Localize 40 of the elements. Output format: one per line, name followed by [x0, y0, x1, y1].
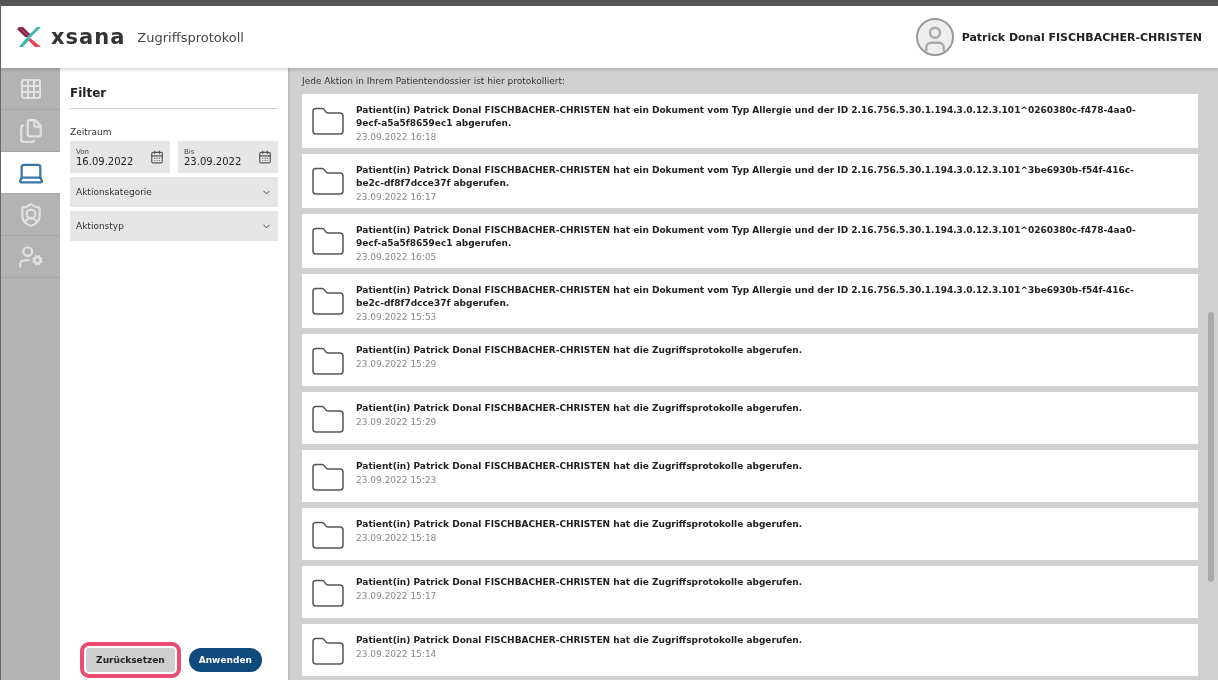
calendar-icon[interactable] [150, 150, 164, 164]
brand-name: xsana [51, 25, 126, 49]
log-time: 23.09.2022 15:17 [356, 591, 438, 601]
grid-icon [18, 76, 43, 101]
logo-icon [17, 25, 43, 49]
log-time: 23.09.2022 16:17 [356, 192, 438, 202]
log-message: Patient(in) Patrick Donal FISCHBACHER-CHRISTEN hat die Zugriffsprotokolle abgerufen. [356, 344, 803, 357]
dropdown[interactable]: Aktionstyp [70, 211, 278, 241]
log-message: Patient(in) Patrick Donal FISCHBACHER-CHRISTEN hat die Zugriffsprotokolle abgerufen. [356, 518, 803, 531]
apply-button[interactable]: Anwenden [188, 648, 262, 672]
log-message: Patient(in) Patrick Donal FISCHBACHER-CHRISTEN hat ein Dokument vom Typ Allergie und der ID 2.16.756.5.30.1.194.3.0.12.3.101^3be6930b-f54f-416c-be2c-df8f7dcce37f abgerufen. [356, 164, 1135, 190]
user-name: Patrick Donal FISCHBACHER-CHRISTEN [961, 30, 1202, 44]
log-message: Patient(in) Patrick Donal FISCHBACHER-CHRISTEN hat die Zugriffsprotokolle abgerufen. [356, 576, 803, 589]
log-message: Patient(in) Patrick Donal FISCHBACHER-CHRISTEN hat die Zugriffsprotokolle abgerufen. [356, 402, 803, 415]
intro-text: Jede Aktion in Ihrem Patientendossier ist hier protokolliert: [302, 76, 566, 86]
page-title: Zugriffsprotokoll [137, 29, 244, 45]
log-message: Patient(in) Patrick Donal FISCHBACHER-CHRISTEN hat ein Dokument vom Typ Allergie und der ID 2.16.756.5.30.1.194.3.0.12.3.101^3be6930b-f54f-416c-be2c-df8f7dcce37f abgerufen. [356, 284, 1135, 310]
log-message: Patient(in) Patrick Donal FISCHBACHER-CHRISTEN hat ein Dokument vom Typ Allergie und der ID 2.16.756.5.30.1.194.3.0.12.3.101^0260380c-f478-4aa0-9ecf-a5a5f8659ec1 abgerufen. [356, 224, 1137, 250]
documents-icon [17, 117, 44, 144]
log-time: 23.09.2022 15:29 [356, 417, 438, 427]
period-label: Zeitraum [70, 127, 113, 137]
dropdown[interactable]: Aktionskategorie [70, 177, 278, 207]
date-value: 16.09.2022 [76, 155, 135, 167]
scrollbar-thumb[interactable] [1208, 312, 1214, 582]
log-message: Patient(in) Patrick Donal FISCHBACHER-CHRISTEN hat die Zugriffsprotokolle abgerufen. [356, 460, 803, 473]
log-time: 23.09.2022 15:53 [356, 312, 438, 322]
log-time: 23.09.2022 15:14 [356, 649, 438, 659]
log-time: 23.09.2022 16:05 [356, 252, 438, 262]
log-message: Patient(in) Patrick Donal FISCHBACHER-CHRISTEN hat ein Dokument vom Typ Allergie und der ID 2.16.756.5.30.1.194.3.0.12.3.101^0260380c-f478-4aa0-9ecf-a5a5f8659ec1 abgerufen. [356, 104, 1137, 130]
calendar-icon[interactable] [258, 150, 272, 164]
log-time: 23.09.2022 16:18 [356, 132, 438, 142]
date-value: 23.09.2022 [184, 155, 243, 167]
log-time: 23.09.2022 15:18 [356, 533, 438, 543]
avatar-icon [915, 18, 954, 56]
filter-title: Filter [70, 82, 278, 109]
sidebar-item[interactable] [1, 152, 60, 194]
log-time: 23.09.2022 15:29 [356, 359, 438, 369]
log-time: 23.09.2022 15:23 [356, 475, 438, 485]
log-message: Patient(in) Patrick Donal FISCHBACHER-CHRISTEN hat die Zugriffsprotokolle abgerufen. [356, 634, 803, 647]
user-gear-icon [17, 243, 44, 270]
